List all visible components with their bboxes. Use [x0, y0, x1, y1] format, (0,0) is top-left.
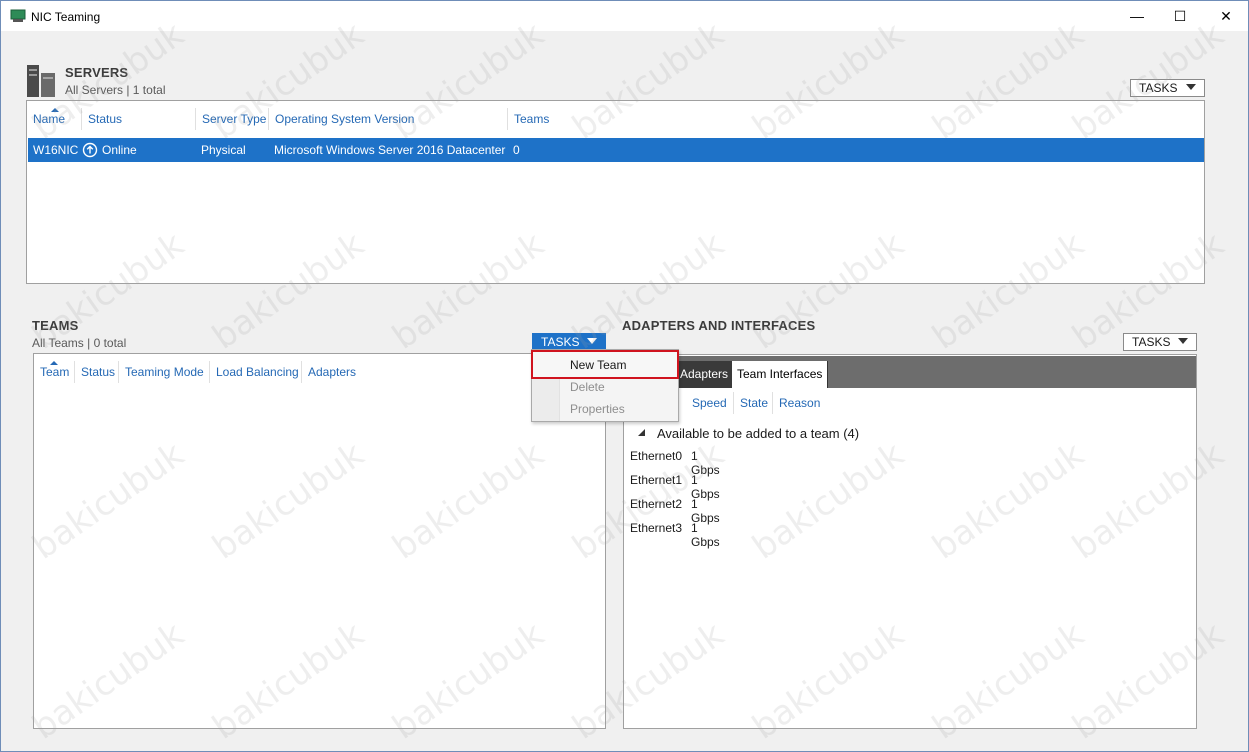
online-status-icon [82, 142, 98, 158]
minimize-icon: — [1130, 8, 1144, 24]
teams-subtitle: All Teams | 0 total [32, 336, 127, 350]
close-icon: ✕ [1220, 7, 1232, 24]
menu-item-properties[interactable]: Properties [570, 402, 625, 416]
column-header-teaming-mode[interactable]: Teaming Mode [118, 361, 204, 383]
adapters-header: ADAPTERS AND INTERFACES [622, 318, 815, 333]
tab-adapters[interactable]: Adapters [675, 361, 734, 388]
minimize-button[interactable]: — [1114, 1, 1160, 31]
teams-tasks-label: TASKS [541, 335, 580, 349]
column-header-state[interactable]: State [733, 392, 768, 414]
chevron-down-icon [587, 338, 597, 344]
available-group-header[interactable]: Available to be added to a team (4) [638, 426, 898, 444]
servers-table: Name Status Server Type Operating System… [26, 100, 1205, 284]
nic-teaming-window: NIC Teaming — ☐ ✕ SERVERS All Servers | … [0, 0, 1249, 752]
adapter-name: Ethernet1 [630, 473, 683, 487]
menu-item-new-team[interactable]: New Team [570, 358, 626, 372]
adapter-row[interactable]: Ethernet2 1 Gbps [630, 497, 720, 525]
server-name: W16NIC [33, 143, 79, 157]
server-row-w16nic[interactable]: W16NIC Online Physical Microsoft Windows… [28, 138, 1204, 162]
maximize-icon: ☐ [1173, 7, 1187, 24]
adapters-tasks-label: TASKS [1132, 335, 1171, 349]
servers-icon [27, 65, 55, 97]
teams-tasks-menu: New Team Delete Properties [531, 349, 679, 422]
column-header-os-version[interactable]: Operating System Version [268, 108, 414, 130]
expand-triangle-icon [638, 429, 645, 436]
adapters-tab-strip: Adapters Team Interfaces [625, 356, 1196, 388]
teams-title: TEAMS [32, 318, 79, 333]
column-header-team-adapters[interactable]: Adapters [301, 361, 356, 383]
server-teams-count: 0 [513, 143, 520, 157]
group-label: Available to be added to a team (4) [657, 426, 860, 441]
nic-teaming-app-icon [10, 9, 26, 22]
adapters-tasks-button[interactable]: TASKS [1123, 333, 1197, 351]
adapter-row[interactable]: Ethernet1 1 Gbps [630, 473, 720, 501]
column-header-speed[interactable]: Speed [686, 392, 727, 414]
servers-tasks-button[interactable]: TASKS [1130, 79, 1205, 97]
tab-team-interfaces[interactable]: Team Interfaces [732, 361, 829, 388]
column-header-reason[interactable]: Reason [772, 392, 820, 414]
adapters-title: ADAPTERS AND INTERFACES [622, 318, 816, 333]
servers-header: SERVERS All Servers | 1 total [65, 65, 166, 97]
chevron-down-icon [1186, 84, 1196, 90]
column-header-load-balancing[interactable]: Load Balancing [209, 361, 299, 383]
close-button[interactable]: ✕ [1203, 1, 1249, 31]
adapter-name: Ethernet0 [630, 449, 683, 463]
adapter-row[interactable]: Ethernet0 1 Gbps [630, 449, 720, 477]
maximize-button[interactable]: ☐ [1157, 1, 1203, 31]
column-header-server-type[interactable]: Server Type [195, 108, 266, 130]
server-status: Online [102, 143, 137, 157]
adapter-speed: 1 Gbps [691, 521, 720, 549]
adapter-row[interactable]: Ethernet3 1 Gbps [630, 521, 720, 549]
column-header-teams[interactable]: Teams [507, 108, 549, 130]
servers-title: SERVERS [65, 65, 129, 80]
title-bar: NIC Teaming — ☐ ✕ [1, 1, 1248, 31]
teams-header: TEAMS All Teams | 0 total [32, 318, 126, 350]
column-header-name[interactable]: Name [27, 108, 65, 130]
adapter-name: Ethernet3 [630, 521, 683, 535]
server-type: Physical [201, 143, 246, 157]
column-header-team-status[interactable]: Status [74, 361, 115, 383]
menu-item-delete[interactable]: Delete [570, 380, 605, 394]
column-header-status[interactable]: Status [81, 108, 122, 130]
servers-tasks-label: TASKS [1139, 81, 1178, 95]
adapter-name: Ethernet2 [630, 497, 683, 511]
server-os: Microsoft Windows Server 2016 Datacenter [274, 143, 506, 157]
window-title: NIC Teaming [31, 10, 101, 24]
chevron-down-icon [1178, 338, 1188, 344]
teams-table: Team Status Teaming Mode Load Balancing … [33, 353, 606, 729]
column-header-team[interactable]: Team [34, 361, 69, 383]
servers-subtitle: All Servers | 1 total [65, 83, 166, 97]
